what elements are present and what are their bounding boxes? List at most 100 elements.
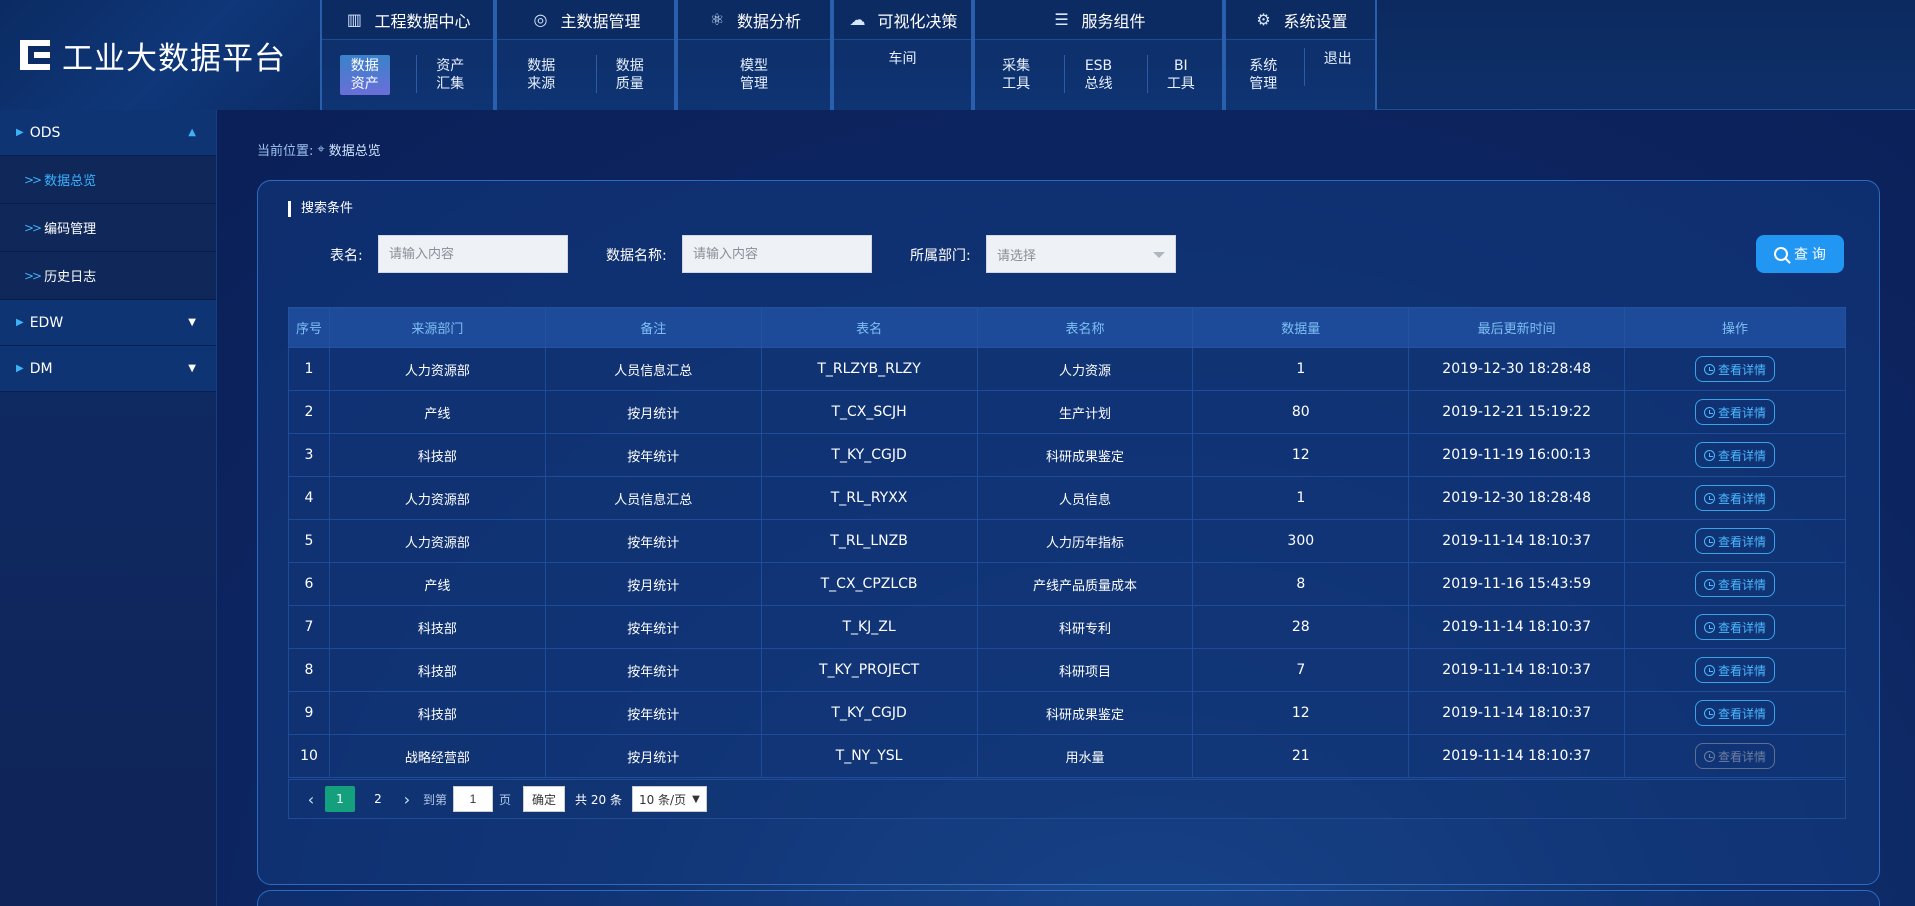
double-chevron-icon: >> xyxy=(24,172,42,187)
view-detail-button[interactable]: 查看详情 xyxy=(1695,399,1776,425)
view-detail-button[interactable]: 查看详情 xyxy=(1695,571,1776,597)
table-cell-count: 7 xyxy=(1192,648,1410,692)
menu-group-label: 工程数据中心 xyxy=(374,11,471,31)
menu-subitem[interactable]: 数据 来源 xyxy=(516,55,566,95)
table-cell-table: T_KY_PROJECT xyxy=(760,648,978,692)
table-cell-count: 1 xyxy=(1192,347,1410,391)
table-cell-action: 查看详情 xyxy=(1624,476,1846,520)
menu-group-title[interactable]: ⚛ 数据分析 xyxy=(678,0,830,40)
table-cell-time: 2019-12-30 18:28:48 xyxy=(1408,347,1626,391)
menu-subitem[interactable]: BI 工具 xyxy=(1146,55,1206,95)
view-detail-button[interactable]: 查看详情 xyxy=(1695,485,1776,511)
menu-subitem[interactable]: 资产 汇集 xyxy=(416,55,475,95)
breadcrumb-current[interactable]: 数据总览 xyxy=(329,140,381,159)
menu-group: ▥ 工程数据中心数据 资产 资产 汇集 xyxy=(320,0,495,110)
table-cell-table: T_KY_CGJD xyxy=(760,691,978,735)
cloud-icon: ☁ xyxy=(849,10,866,29)
department-label: 所属部门: xyxy=(910,248,971,264)
table-cell-table: T_CX_SCJH xyxy=(760,390,978,434)
menu-subitems: 车间 xyxy=(834,40,971,110)
menu-subitem[interactable]: ESB 总线 xyxy=(1064,55,1123,95)
column-header: 表名 xyxy=(760,307,978,348)
table-cell-dept: 人力资源部 xyxy=(328,476,546,520)
column-header: 序号 xyxy=(288,307,330,348)
column-header: 数据量 xyxy=(1192,307,1410,348)
table-cell-name: 生产计划 xyxy=(976,390,1194,434)
goto-page-input[interactable] xyxy=(453,786,494,812)
next-page-icon[interactable]: › xyxy=(397,790,417,809)
chevron-down-icon: ▼ xyxy=(692,793,700,805)
table-cell-note: 按年统计 xyxy=(544,691,762,735)
menu-group-title[interactable]: ⚙ 系统设置 xyxy=(1226,0,1375,40)
view-detail-button[interactable]: 查看详情 xyxy=(1695,528,1776,554)
sidebar-section-ods[interactable]: ▶ ODS ▲ xyxy=(0,110,216,156)
page-number[interactable]: 1 xyxy=(325,786,355,812)
menu-group: ⚛ 数据分析模型 管理 xyxy=(676,0,832,110)
sidebar-section-dm[interactable]: ▶ DM ▼ xyxy=(0,346,216,392)
menu-subitem[interactable]: 采集 工具 xyxy=(991,55,1041,95)
menu-subitem[interactable]: 数据 资产 xyxy=(339,55,390,95)
query-button[interactable]: 查 询 xyxy=(1756,235,1844,273)
menu-group-label: 主数据管理 xyxy=(560,11,641,31)
breadcrumb: 当前位置: ⌖ 数据总览 xyxy=(257,140,381,159)
sidebar-item-data-overview[interactable]: >> 数据总览 xyxy=(0,156,216,204)
sidebar-item-code-management[interactable]: >> 编码管理 xyxy=(0,204,216,252)
table-cell-action: 查看详情 xyxy=(1624,347,1846,391)
menu-subitem[interactable]: 模型 管理 xyxy=(729,55,779,95)
department-select[interactable]: 请选择 xyxy=(986,235,1176,273)
sidebar-item-history-log[interactable]: >> 历史日志 xyxy=(0,252,216,300)
table-cell-count: 1 xyxy=(1192,476,1410,520)
brand-title: 工业大数据平台 xyxy=(62,40,286,77)
table-cell-note: 按年统计 xyxy=(544,519,762,563)
table-cell-name: 科研专利 xyxy=(976,605,1194,649)
page-number[interactable]: 2 xyxy=(363,786,393,812)
menu-subitem[interactable]: 车间 xyxy=(878,48,928,70)
table-row: 8 科技部 按年统计 T_KY_PROJECT 科研项目 7 2019-11-14 18:1… xyxy=(288,648,1846,692)
column-header: 最后更新时间 xyxy=(1408,307,1626,348)
table-cell-time: 2019-11-14 18:10:37 xyxy=(1408,734,1626,778)
goto-confirm-button[interactable]: 确定 xyxy=(523,786,566,812)
prev-page-icon[interactable]: ‹ xyxy=(301,790,321,809)
view-detail-button[interactable]: 查看详情 xyxy=(1695,614,1776,640)
menu-subitem[interactable]: 退出 xyxy=(1303,48,1363,86)
table-cell-name: 科研成果鉴定 xyxy=(976,433,1194,477)
building-icon: ▥ xyxy=(346,10,363,29)
brand: 工业大数据平台 xyxy=(0,0,320,110)
table-cell-dept: 科技部 xyxy=(328,648,546,692)
table-cell-table: T_RL_RYXX xyxy=(760,476,978,520)
table-row: 3 科技部 按年统计 T_KY_CGJD 科研成果鉴定 12 2019-11-19 16:0… xyxy=(288,433,1846,477)
menu-group-title[interactable]: ☰ 服务组件 xyxy=(975,0,1222,40)
data-name-input[interactable] xyxy=(682,235,872,273)
view-detail-button[interactable]: 查看详情 xyxy=(1695,442,1776,468)
table-cell-dept: 人力资源部 xyxy=(328,347,546,391)
table-cell-name: 科研成果鉴定 xyxy=(976,691,1194,735)
table-cell-table: T_KY_CGJD xyxy=(760,433,978,477)
view-detail-button[interactable]: 查看详情 xyxy=(1695,700,1776,726)
table-cell-action: 查看详情 xyxy=(1624,734,1846,778)
page-size-select[interactable]: 10 条/页 ▼ xyxy=(631,786,707,812)
menu-group: ◎ 主数据管理数据 来源 数据 质量 xyxy=(495,0,676,110)
table-cell-time: 2019-11-19 16:00:13 xyxy=(1408,433,1626,477)
view-detail-button[interactable]: 查看详情 xyxy=(1695,356,1776,382)
view-detail-button[interactable]: 查看详情 xyxy=(1695,657,1776,683)
table-cell-no: 2 xyxy=(288,390,330,434)
menu-subitem[interactable]: 系统 管理 xyxy=(1238,55,1288,95)
search-row: 表名: 数据名称: 所属部门: 请选择 查 询 xyxy=(258,235,1879,273)
view-detail-label: 查看详情 xyxy=(1718,706,1767,721)
top-header: 工业大数据平台 ▥ 工程数据中心 数据 资产 资产 汇集 ◎ 主数据管理 数据 来源 数据 质… xyxy=(0,0,1915,110)
table-row: 4 人力资源部 人员信息汇总 T_RL_RYXX 人员信息 1 2019-12-30 18:… xyxy=(288,476,1846,520)
menu-subitem[interactable]: 数据 质量 xyxy=(595,55,655,95)
view-detail-label: 查看详情 xyxy=(1718,620,1767,635)
sidebar-section-edw[interactable]: ▶ EDW ▼ xyxy=(0,300,216,346)
table-cell-no: 5 xyxy=(288,519,330,563)
search-section-title: 搜索条件 xyxy=(288,201,353,217)
table-cell-dept: 科技部 xyxy=(328,605,546,649)
clock-icon xyxy=(1704,535,1716,547)
menu-subitems: 数据 资产 资产 汇集 xyxy=(322,40,493,110)
table-row: 9 科技部 按年统计 T_KY_CGJD 科研成果鉴定 12 2019-11-14 18:1… xyxy=(288,691,1846,735)
table-cell-name: 人力历年指标 xyxy=(976,519,1194,563)
menu-group-title[interactable]: ▥ 工程数据中心 xyxy=(322,0,493,40)
table-name-input[interactable] xyxy=(378,235,568,273)
menu-group-title[interactable]: ☁ 可视化决策 xyxy=(834,0,971,40)
menu-group-title[interactable]: ◎ 主数据管理 xyxy=(497,0,674,40)
